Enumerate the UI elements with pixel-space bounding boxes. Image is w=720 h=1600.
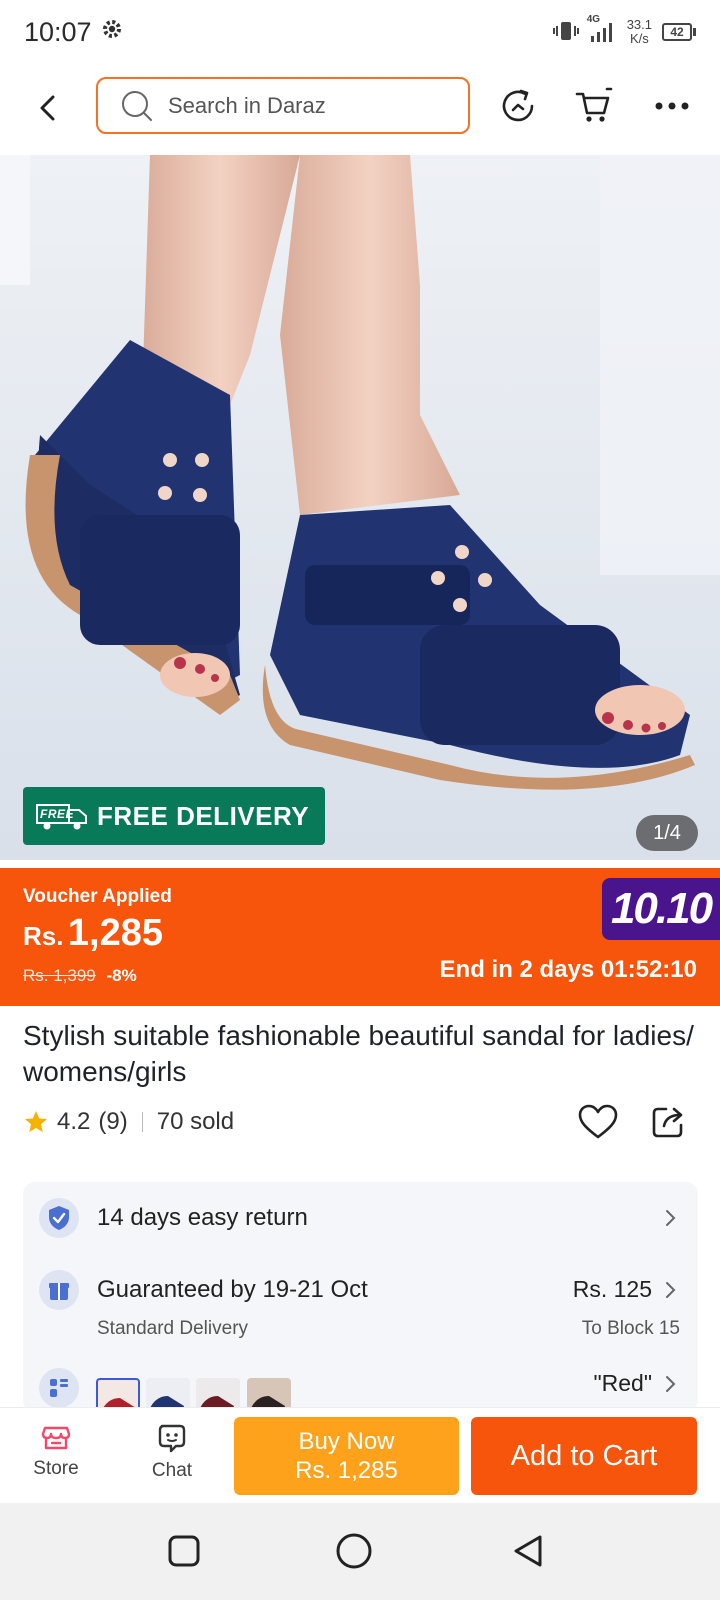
search-icon	[122, 90, 152, 121]
cart-icon	[575, 87, 613, 122]
divider	[141, 1112, 143, 1132]
price-banner: Voucher Applied Rs. 1,285 Rs. 1,399 -8% …	[0, 868, 720, 1006]
chevron-right-icon	[660, 1374, 680, 1394]
delivery-type: Standard Delivery	[97, 1318, 249, 1339]
product-image-carousel[interactable]: FREE FREE DELIVERY 1/4	[0, 155, 720, 860]
net-speed: 33.1 K/s	[627, 18, 652, 46]
chevron-right-icon	[660, 1280, 680, 1300]
rating-row[interactable]: 4.2 (9) 70 sold	[23, 1108, 234, 1136]
chat-button[interactable]: Chat	[132, 1422, 212, 1482]
history-icon	[502, 89, 534, 122]
price-amount: 1,285	[67, 912, 164, 954]
status-bar: 10:07 4G 33.1 K/s 42	[0, 0, 720, 64]
heart-icon	[578, 1104, 618, 1139]
gift-icon	[39, 1270, 79, 1310]
variant-row[interactable]: "Red"	[23, 1354, 698, 1412]
share-button[interactable]	[650, 1104, 694, 1148]
store-icon	[41, 1426, 71, 1450]
back-button[interactable]	[30, 90, 66, 126]
product-title: Stylish suitable fashionable beautiful s…	[23, 1020, 694, 1087]
add-to-cart-button[interactable]: Add to Cart	[471, 1417, 697, 1495]
countdown-timer: End in 2 days 01:52:10	[439, 956, 697, 983]
history-button[interactable]	[496, 84, 540, 128]
product-detail-page: 10:07 4G 33.1 K/s 42 Search in Daraz FRE…	[0, 0, 720, 1600]
buy-now-button[interactable]: Buy Now Rs. 1,285	[234, 1417, 459, 1495]
product-photo	[0, 155, 720, 860]
battery-tip	[693, 28, 696, 36]
circle-icon	[336, 1533, 372, 1569]
selected-variant: "Red"	[593, 1370, 652, 1396]
network-type: 4G	[586, 14, 601, 25]
cart-button[interactable]	[572, 84, 616, 128]
current-price: Rs. 1,285	[23, 912, 163, 955]
home-button[interactable]	[334, 1531, 374, 1571]
discount-percent: -8%	[106, 966, 137, 985]
campaign-badge: 10.10	[602, 878, 720, 940]
back-icon	[40, 95, 55, 121]
search-input[interactable]: Search in Daraz	[96, 77, 470, 134]
chevron-right-icon	[660, 1208, 680, 1228]
store-label: Store	[33, 1458, 79, 1479]
delivery-guarantee: Guaranteed by 19-21 Oct	[97, 1276, 368, 1303]
price-currency: Rs.	[23, 921, 64, 951]
chat-icon	[158, 1424, 186, 1453]
delivery-truck-icon: FREE	[35, 801, 89, 831]
delivery-row[interactable]: Guaranteed by 19-21 Oct Standard Deliver…	[23, 1254, 698, 1354]
gear-icon	[100, 17, 124, 48]
chat-label: Chat	[151, 1460, 193, 1481]
top-header: Search in Daraz	[0, 72, 720, 144]
back-nav-button[interactable]	[508, 1531, 548, 1571]
wishlist-button[interactable]	[578, 1104, 622, 1148]
delivery-location: To Block 15	[581, 1318, 680, 1339]
free-icon-text: FREE	[40, 807, 75, 821]
services-card: 14 days easy return Guaranteed by 19-21 …	[23, 1182, 698, 1412]
buy-now-price: Rs. 1,285	[295, 1457, 398, 1484]
battery-icon: 42	[662, 23, 696, 41]
original-price: Rs. 1,399	[23, 966, 96, 985]
vibrate-icon	[552, 20, 579, 45]
review-count: (9)	[98, 1108, 128, 1135]
star-icon	[25, 1111, 47, 1132]
buy-now-label: Buy Now	[298, 1428, 395, 1455]
recent-apps-button[interactable]	[164, 1531, 204, 1571]
system-nav-bar	[0, 1503, 720, 1600]
battery-level: 42	[662, 23, 692, 41]
square-icon	[168, 1535, 200, 1567]
status-time: 10:07	[24, 16, 92, 47]
free-delivery-text: FREE DELIVERY	[97, 800, 310, 831]
signal-icon: 4G	[587, 14, 617, 44]
shield-check-icon	[39, 1198, 79, 1238]
rating-value: 4.2	[57, 1108, 91, 1135]
share-icon	[652, 1107, 683, 1138]
voucher-label: Voucher Applied	[23, 886, 172, 907]
sold-count: 70 sold	[156, 1108, 235, 1135]
status-right: 4G 33.1 K/s 42	[552, 14, 696, 46]
net-speed-unit: K/s	[629, 31, 649, 46]
net-speed-value: 33.1	[626, 17, 652, 32]
bottom-action-bar: Store Chat Buy Now Rs. 1,285 Add to Cart	[0, 1407, 720, 1503]
free-delivery-badge: FREE FREE DELIVERY	[23, 787, 325, 845]
status-left: 10:07	[24, 17, 124, 48]
store-button[interactable]: Store	[16, 1422, 96, 1480]
return-text: 14 days easy return	[97, 1204, 308, 1231]
old-price: Rs. 1,399 -8%	[23, 966, 137, 986]
more-button[interactable]	[650, 84, 694, 128]
search-placeholder: Search in Daraz	[168, 92, 326, 118]
variant-grid-icon	[39, 1368, 79, 1408]
return-policy-row[interactable]: 14 days easy return	[23, 1182, 698, 1254]
more-icon	[655, 102, 689, 110]
triangle-back-icon	[514, 1535, 542, 1567]
delivery-price: Rs. 125	[572, 1276, 652, 1302]
image-counter: 1/4	[636, 815, 698, 851]
